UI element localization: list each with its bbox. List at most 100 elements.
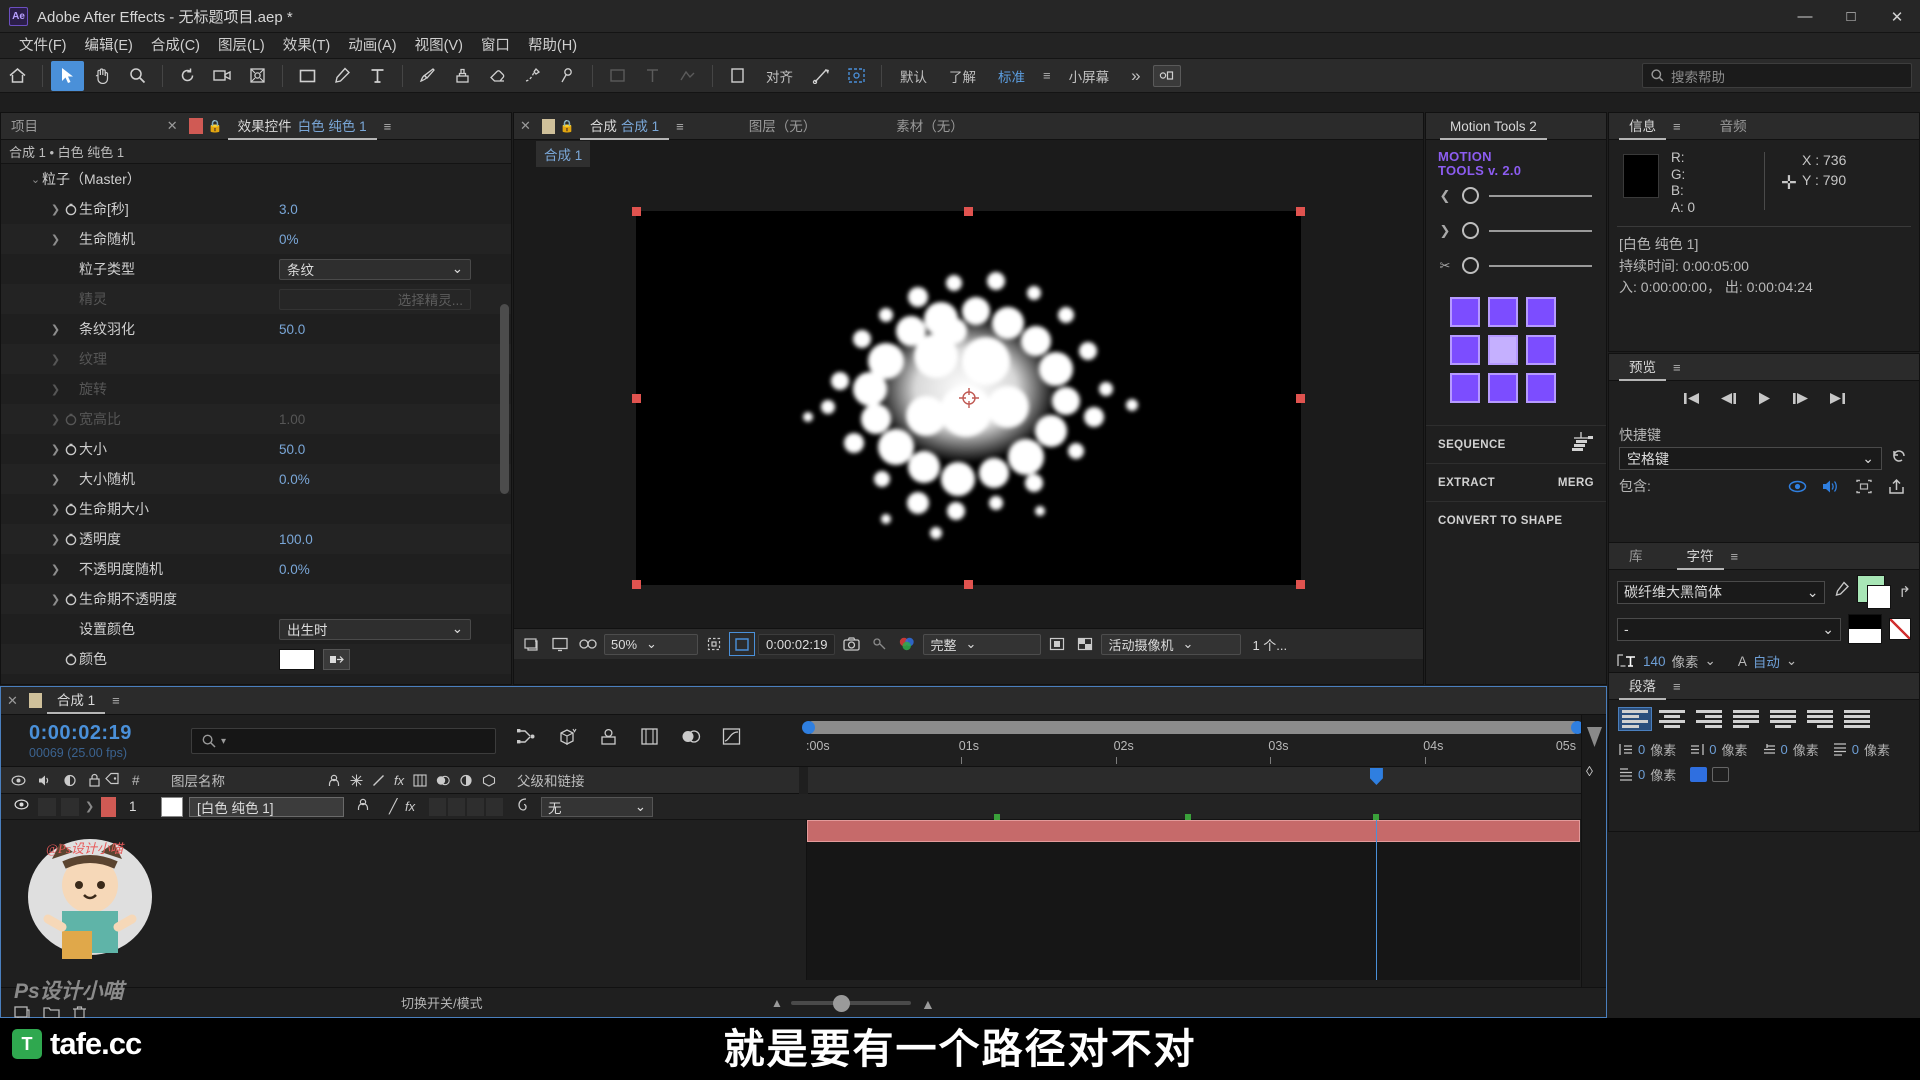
layer-quality-switch[interactable]: ╱ — [389, 798, 397, 815]
selection-handle-tc[interactable] — [964, 207, 973, 216]
timeline-vertical-scrollbar[interactable]: ◊ — [1581, 715, 1606, 1017]
puppet-pin-tool-icon[interactable] — [551, 61, 584, 91]
current-time-display[interactable]: 0:00:02:19 — [758, 633, 836, 655]
effect-property-row[interactable]: ❯ 生命期不透明度 — [1, 584, 511, 614]
tab-preview[interactable]: 预览 — [1619, 354, 1666, 381]
effect-property-row[interactable]: ❯ 不透明度随机 0.0% — [1, 554, 511, 584]
eyedropper-icon[interactable] — [1832, 580, 1850, 604]
current-time-indicator[interactable] — [1369, 768, 1383, 980]
anchor-grid-cell-br[interactable] — [1526, 373, 1556, 403]
frame-blending-icon[interactable] — [639, 727, 660, 751]
stroke-color-swatch[interactable] — [1867, 585, 1892, 609]
swap-colors-icon[interactable]: ↱ — [1898, 583, 1911, 601]
motion-path-icon[interactable] — [805, 61, 838, 91]
info-menu-icon[interactable]: ≡ — [1666, 119, 1688, 134]
timeline-track-area[interactable] — [806, 768, 1580, 980]
ease-in-handle-icon[interactable] — [1462, 187, 1479, 204]
roto-preview-icon[interactable] — [840, 61, 873, 91]
toggle-transparency-grid-icon[interactable] — [1073, 633, 1097, 655]
tab-info[interactable]: 信息 — [1619, 113, 1666, 140]
text-color-swatches[interactable] — [1857, 575, 1892, 609]
tab-composition-name[interactable]: 合成 1 — [619, 113, 669, 140]
disclosure-arrow-icon[interactable]: ❯ — [49, 323, 62, 336]
include-video-icon[interactable] — [1785, 476, 1810, 496]
maximize-button[interactable]: □ — [1828, 0, 1874, 33]
effect-color-swatch[interactable] — [279, 648, 315, 670]
effect-group-header[interactable]: ⌄ 粒子（Master） — [1, 164, 511, 194]
indent-right-field[interactable]: 0 像素 — [1690, 740, 1748, 759]
selection-handle-bc[interactable] — [964, 580, 973, 589]
character-menu-icon[interactable]: ≡ — [1724, 549, 1746, 564]
effect-property-row[interactable]: ❯ 大小 50.0 — [1, 434, 511, 464]
effect-property-row[interactable]: ❯ 旋转 — [1, 374, 511, 404]
layer-label-color[interactable] — [101, 796, 116, 817]
layer-frame-blend-switch[interactable] — [429, 797, 446, 816]
anchor-grid-cell-mc[interactable] — [1488, 335, 1518, 365]
ease-out-track[interactable] — [1489, 229, 1592, 232]
text-tool-icon[interactable] — [361, 61, 394, 91]
effect-property-row[interactable]: ❯ 生命[秒] 3.0 — [1, 194, 511, 224]
stopwatch-icon[interactable] — [62, 532, 79, 546]
ease-out-handle-icon[interactable] — [1462, 222, 1479, 239]
menu-composition[interactable]: 合成(C) — [142, 33, 209, 59]
align-right-button[interactable] — [1693, 708, 1725, 730]
anchor-grid-cell-bc[interactable] — [1488, 373, 1518, 403]
composition-lock-icon[interactable]: 🔒 — [560, 119, 575, 133]
zoom-in-icon[interactable]: ▲ — [921, 996, 935, 1012]
chevron-down-icon[interactable]: ⌄ — [1786, 653, 1797, 669]
space-after-field[interactable]: 0 像素 — [1619, 765, 1676, 784]
effect-property-value[interactable]: 0.0% — [279, 472, 310, 487]
tab-motion-tools[interactable]: Motion Tools 2 — [1440, 113, 1547, 140]
workspace-standard[interactable]: 标准 — [987, 66, 1036, 86]
effect-property-row[interactable]: 颜色 — [1, 644, 511, 674]
close-tab-icon[interactable]: ✕ — [161, 118, 184, 134]
disclosure-arrow-icon[interactable]: ❯ — [49, 353, 62, 366]
keyframe-marker[interactable] — [1185, 814, 1192, 820]
effect-property-row[interactable]: ❯ 生命期大小 — [1, 494, 511, 524]
preview-shortcut-select[interactable]: 空格键 ⌄ — [1619, 447, 1882, 470]
lock-icon[interactable]: 🔒 — [208, 119, 223, 133]
reset-shortcut-icon[interactable] — [1890, 448, 1909, 470]
last-frame-icon[interactable] — [1828, 391, 1847, 411]
effect-controls-scrollbar[interactable] — [500, 304, 509, 494]
effect-eyedropper-icon[interactable] — [323, 648, 350, 670]
disclosure-arrow-icon[interactable]: ❯ — [49, 563, 62, 576]
camera-select[interactable]: 活动摄像机 ⌄ — [1101, 633, 1242, 655]
timeline-time-display[interactable]: 0:00:02:19 00069 (25.00 fps) — [29, 722, 132, 760]
layer-solo-toggle[interactable] — [61, 797, 79, 816]
workspace-settings-icon[interactable] — [1152, 64, 1181, 87]
pan-behind-tool-icon[interactable] — [241, 61, 274, 91]
minimize-button[interactable]: — — [1782, 0, 1828, 33]
graph-editor-icon[interactable] — [721, 727, 742, 751]
layer-shy-switch[interactable] — [356, 798, 370, 816]
layer-parent-select[interactable]: 无 ⌄ — [541, 796, 653, 817]
effect-property-value[interactable]: 50.0 — [279, 322, 305, 337]
region-of-interest-icon[interactable] — [729, 632, 755, 656]
tab-project[interactable]: 项目 — [1, 113, 48, 140]
zoom-tool-icon[interactable] — [121, 61, 154, 91]
effect-property-dropdown[interactable]: 出生时 ⌄ — [279, 618, 471, 640]
chevron-left-icon[interactable]: ❮ — [1438, 188, 1452, 204]
workspace-learn[interactable]: 了解 — [938, 66, 987, 86]
zoom-level-select[interactable]: 50% ⌄ — [604, 633, 698, 655]
rotation-tool-icon[interactable] — [171, 61, 204, 91]
effect-property-row[interactable]: ❯ 透明度 100.0 — [1, 524, 511, 554]
views-count[interactable]: 1 个... — [1245, 634, 1294, 655]
tab-character[interactable]: 字符 — [1677, 543, 1724, 570]
effect-property-row[interactable]: ❯ 条纹羽化 50.0 — [1, 314, 511, 344]
play-icon[interactable] — [1756, 391, 1773, 411]
selection-handle-br[interactable] — [1296, 580, 1305, 589]
stopwatch-icon[interactable] — [62, 592, 79, 606]
stopwatch-icon[interactable] — [62, 412, 79, 426]
layer-name[interactable]: [白色 纯色 1] — [189, 796, 344, 817]
effect-property-value[interactable]: 100.0 — [279, 532, 313, 547]
composition-canvas[interactable] — [632, 207, 1305, 589]
sequence-layers-icon[interactable] — [1568, 431, 1594, 458]
selection-handle-tl[interactable] — [632, 207, 641, 216]
timeline-zoom-slider[interactable] — [791, 1001, 911, 1005]
disclosure-arrow-icon[interactable]: ❯ — [49, 233, 62, 246]
include-audio-icon[interactable] — [1818, 476, 1843, 496]
anchor-point-icon[interactable] — [958, 387, 980, 409]
menu-animation[interactable]: 动画(A) — [339, 33, 405, 59]
menu-window[interactable]: 窗口 — [472, 33, 519, 59]
